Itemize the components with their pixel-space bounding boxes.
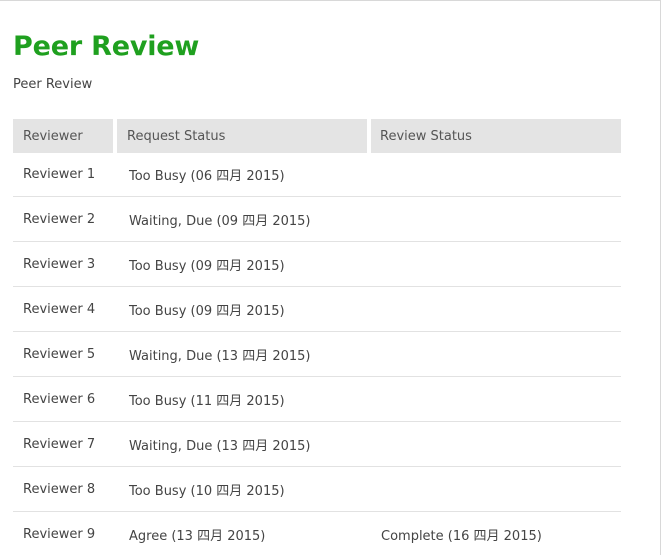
review-status-cell <box>371 332 621 377</box>
review-status-cell: Complete (16 四月 2015) <box>381 529 542 544</box>
table-row: Reviewer 7 Waiting, Due (13 四月 2015) <box>13 422 621 467</box>
request-status-cell: Too Busy (09 四月 2015) <box>117 287 371 332</box>
page-title: Peer Review <box>13 31 200 62</box>
review-status-cell <box>371 422 621 467</box>
request-status-cell: Agree (13 四月 2015) <box>129 529 266 544</box>
reviewer-cell: Reviewer 9 <box>23 527 96 542</box>
review-status-cell <box>371 153 621 197</box>
review-status-cell <box>371 287 621 332</box>
reviewer-cell: Reviewer 4 <box>13 287 117 332</box>
request-status-cell: Too Busy (10 四月 2015) <box>117 467 371 512</box>
table-header-row: Reviewer Request Status Review Status <box>13 119 621 153</box>
table-row: Reviewer 4 Too Busy (09 四月 2015) <box>13 287 621 332</box>
table-row: Reviewer 2 Waiting, Due (09 四月 2015) <box>13 197 621 242</box>
reviewer-cell: Reviewer 5 <box>13 332 117 377</box>
request-status-cell: Too Busy (09 四月 2015) <box>117 242 371 287</box>
request-status-cell: Too Busy (11 四月 2015) <box>117 377 371 422</box>
reviewer-cell: Reviewer 6 <box>13 377 117 422</box>
review-status-cell <box>371 467 621 512</box>
table-row: Reviewer 1 Too Busy (06 四月 2015) <box>13 153 621 197</box>
reviewer-cell: Reviewer 1 <box>13 153 117 197</box>
column-header-review-status[interactable]: Review Status <box>371 119 621 153</box>
request-status-cell: Waiting, Due (13 四月 2015) <box>117 422 371 467</box>
reviewer-cell: Reviewer 3 <box>13 242 117 287</box>
table-row: Reviewer 9 Agree (13 四月 2015) Complete (… <box>13 512 621 557</box>
table-row: Reviewer 8 Too Busy (10 四月 2015) <box>13 467 621 512</box>
request-status-cell: Waiting, Due (09 四月 2015) <box>117 197 371 242</box>
table-row: Reviewer 5 Waiting, Due (13 四月 2015) <box>13 332 621 377</box>
peer-review-table: Reviewer Request Status Review Status Re… <box>13 119 621 557</box>
page-subtitle: Peer Review <box>13 77 93 92</box>
review-status-cell <box>371 242 621 287</box>
column-header-request-status[interactable]: Request Status <box>117 119 371 153</box>
reviewer-cell: Reviewer 8 <box>13 467 117 512</box>
table-row: Reviewer 3 Too Busy (09 四月 2015) <box>13 242 621 287</box>
request-status-cell: Waiting, Due (13 四月 2015) <box>117 332 371 377</box>
reviewer-cell: Reviewer 2 <box>13 197 117 242</box>
request-status-cell: Too Busy (06 四月 2015) <box>117 153 371 197</box>
column-header-reviewer[interactable]: Reviewer <box>13 119 117 153</box>
reviewer-cell: Reviewer 7 <box>13 422 117 467</box>
review-status-cell <box>371 197 621 242</box>
table-row: Reviewer 6 Too Busy (11 四月 2015) <box>13 377 621 422</box>
review-status-cell <box>371 377 621 422</box>
content-frame: Peer Review Peer Review Reviewer Request… <box>0 0 661 555</box>
